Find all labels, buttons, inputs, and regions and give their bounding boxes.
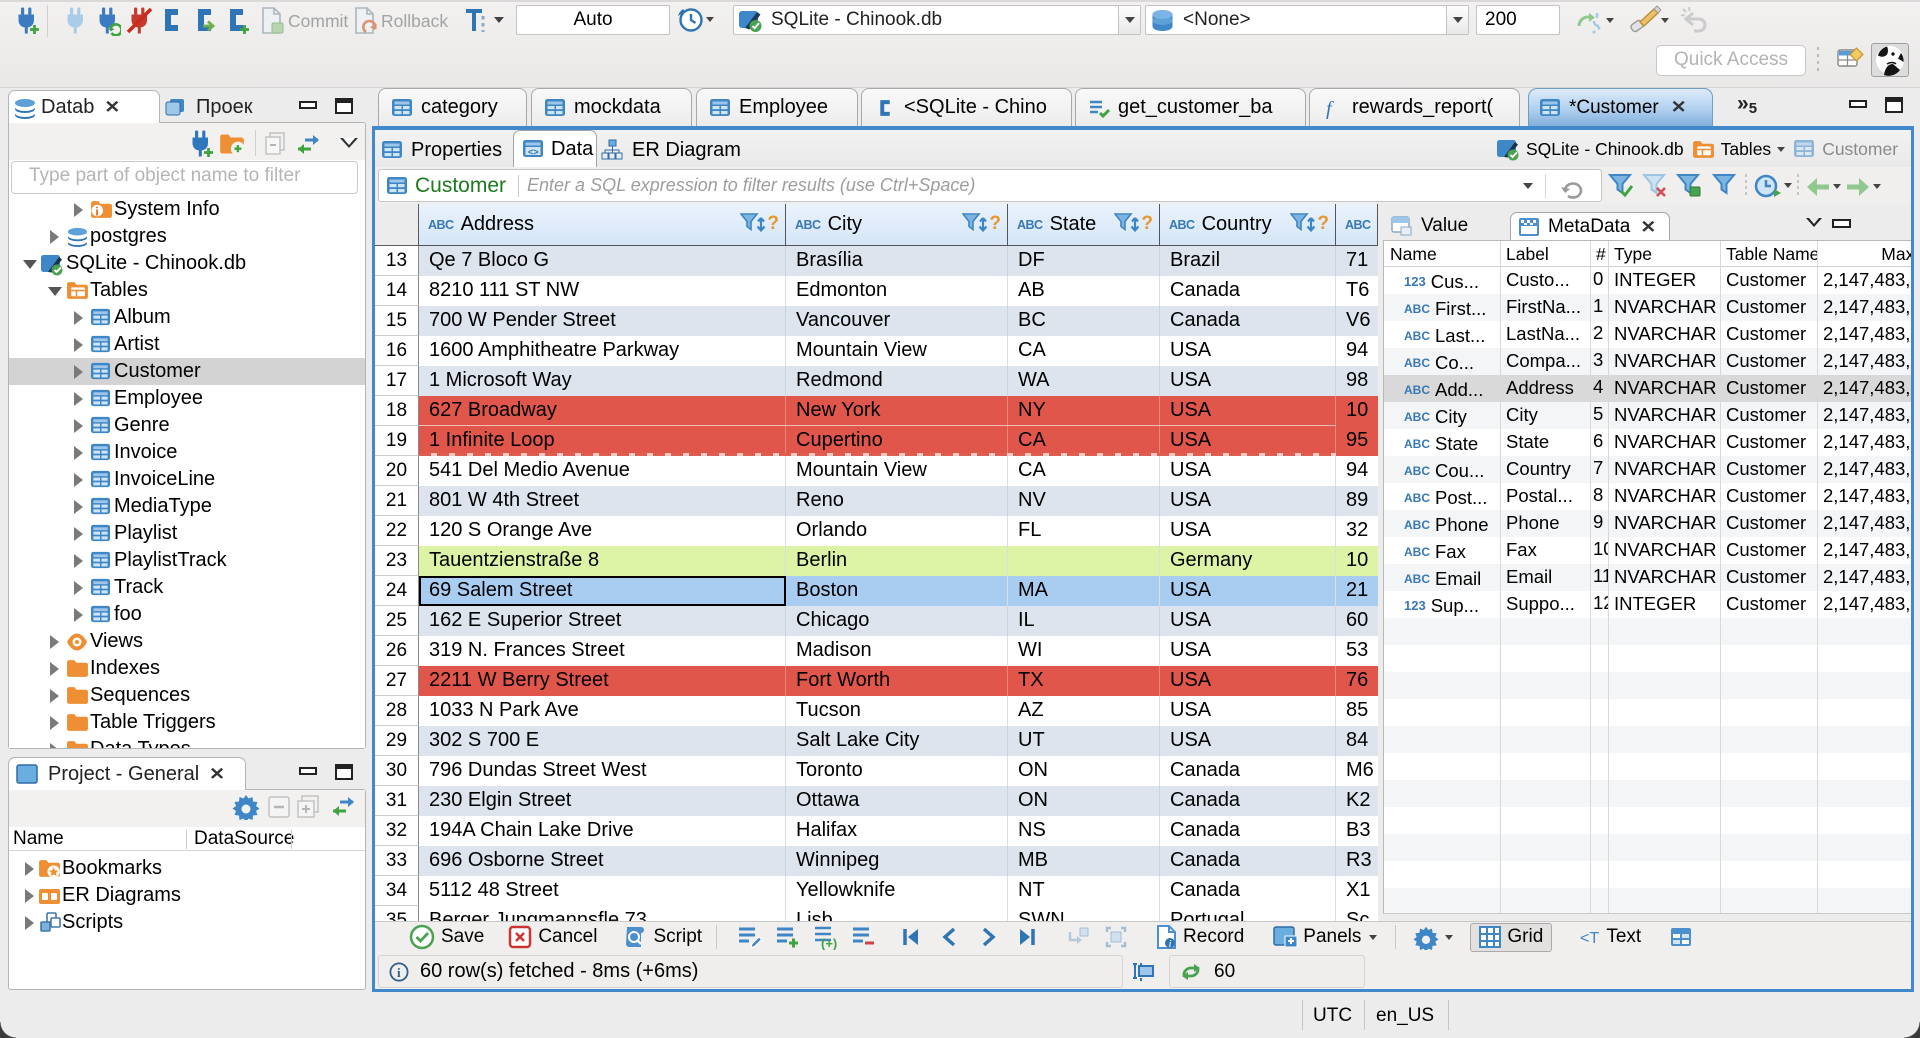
svg-text:i: i	[397, 965, 401, 980]
svg-text:f: f	[1326, 98, 1334, 119]
svg-text:<T: <T	[1580, 930, 1599, 947]
svg-text:i: i	[95, 204, 99, 218]
svg-text:<>: <>	[528, 147, 539, 157]
svg-text:i: i	[1169, 938, 1172, 950]
svg-text:(+): (+)	[821, 936, 837, 950]
